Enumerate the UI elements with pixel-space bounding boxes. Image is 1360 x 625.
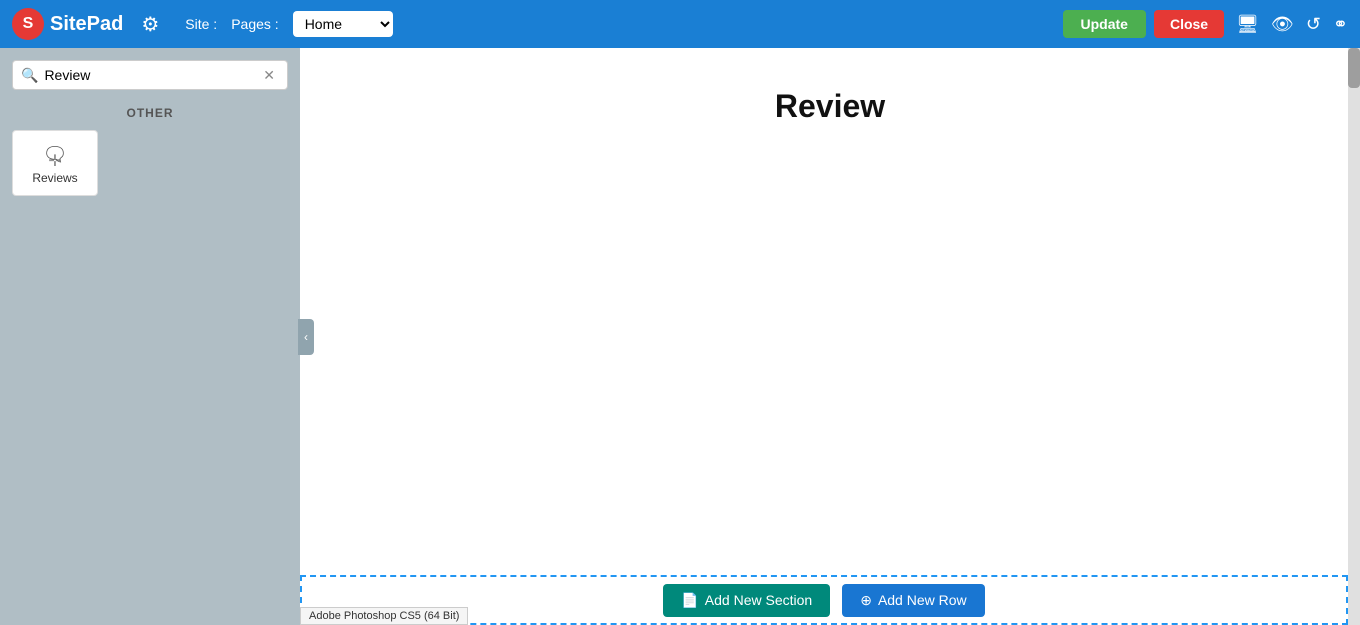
add-row-label: Add New Row: [878, 592, 967, 608]
pages-select[interactable]: Home About Contact: [293, 11, 393, 37]
clock-icon[interactable]: ↺: [1306, 14, 1321, 35]
logo-area: S SitePad: [12, 8, 123, 40]
widget-reviews[interactable]: 🗨 ✛ Reviews: [12, 130, 98, 196]
add-row-icon: ⊕: [860, 592, 872, 609]
search-icon: 🔍: [21, 67, 38, 84]
add-section-label: Add New Section: [705, 592, 812, 608]
scrollbar-thumb[interactable]: [1348, 48, 1360, 88]
canvas-content: Review: [300, 48, 1360, 625]
add-new-section-button[interactable]: 📄 Add New Section: [663, 584, 830, 617]
widget-reviews-label: Reviews: [32, 171, 77, 185]
pages-label: Pages :: [231, 16, 278, 32]
collapse-sidebar-button[interactable]: ‹: [298, 319, 314, 355]
taskbar-hint: Adobe Photoshop CS5 (64 Bit): [300, 607, 468, 625]
main-layout: 🔍 ✕ OTHER 🗨 ✛ Reviews ‹ Review 📄 Add Ne: [0, 48, 1360, 625]
review-heading: Review: [775, 88, 885, 125]
search-input[interactable]: [44, 61, 259, 89]
gear-icon[interactable]: ⚙: [141, 12, 159, 37]
add-new-row-button[interactable]: ⊕ Add New Row: [842, 584, 984, 617]
sidebar: 🔍 ✕ OTHER 🗨 ✛ Reviews ‹: [0, 48, 300, 625]
search-container: 🔍 ✕: [12, 60, 288, 90]
move-icon: ✛: [48, 151, 61, 171]
update-button[interactable]: Update: [1063, 10, 1146, 38]
other-label: OTHER: [12, 106, 288, 120]
logo-text: SitePad: [50, 13, 123, 36]
monitor-icon[interactable]: 🖥: [1236, 14, 1259, 35]
canvas-area: Review 📄 Add New Section ⊕ Add New Row A…: [300, 48, 1360, 625]
close-button[interactable]: Close: [1154, 10, 1224, 38]
canvas-scrollbar[interactable]: [1348, 48, 1360, 625]
search-clear-icon[interactable]: ✕: [259, 65, 279, 86]
site-label: Site :: [185, 16, 217, 32]
nav-right: Update Close 🖥 👁 ↺ ⚭: [1063, 10, 1348, 38]
widget-grid: 🗨 ✛ Reviews: [12, 130, 288, 196]
navbar: S SitePad ⚙ Site : Pages : Home About Co…: [0, 0, 1360, 48]
eye-icon[interactable]: 👁: [1271, 14, 1294, 35]
add-section-icon: 📄: [681, 592, 698, 609]
logo-icon: S: [12, 8, 44, 40]
sitemap-icon[interactable]: ⚭: [1333, 14, 1348, 35]
